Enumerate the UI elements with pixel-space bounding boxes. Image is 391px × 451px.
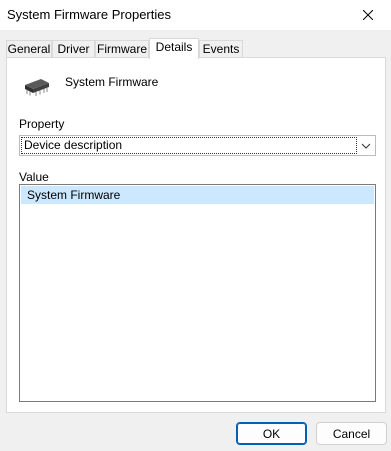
tab-strip: General Driver Firmware Details Events [6,38,386,59]
tab-details[interactable]: Details [149,38,199,59]
list-item[interactable]: System Firmware [21,186,374,204]
property-dropdown[interactable]: Device description [19,135,376,156]
chevron-down-icon [361,143,371,149]
cancel-button[interactable]: Cancel [316,422,387,445]
tab-general[interactable]: General [6,40,52,57]
value-listbox[interactable]: System Firmware [19,184,376,402]
property-selected-value: Device description [21,137,357,154]
property-label: Property [19,117,65,131]
tab-events[interactable]: Events [199,40,243,57]
close-button[interactable] [345,0,391,30]
ok-button[interactable]: OK [236,422,307,445]
tab-firmware[interactable]: Firmware [95,40,149,57]
value-label: Value [19,170,49,184]
tab-driver[interactable]: Driver [52,40,95,57]
window-title: System Firmware Properties [7,7,171,22]
title-bar: System Firmware Properties [0,0,391,30]
device-name: System Firmware [65,75,159,89]
chip-icon [25,79,49,96]
close-icon [363,10,373,20]
details-panel: System Firmware Property Device descript… [6,57,386,413]
